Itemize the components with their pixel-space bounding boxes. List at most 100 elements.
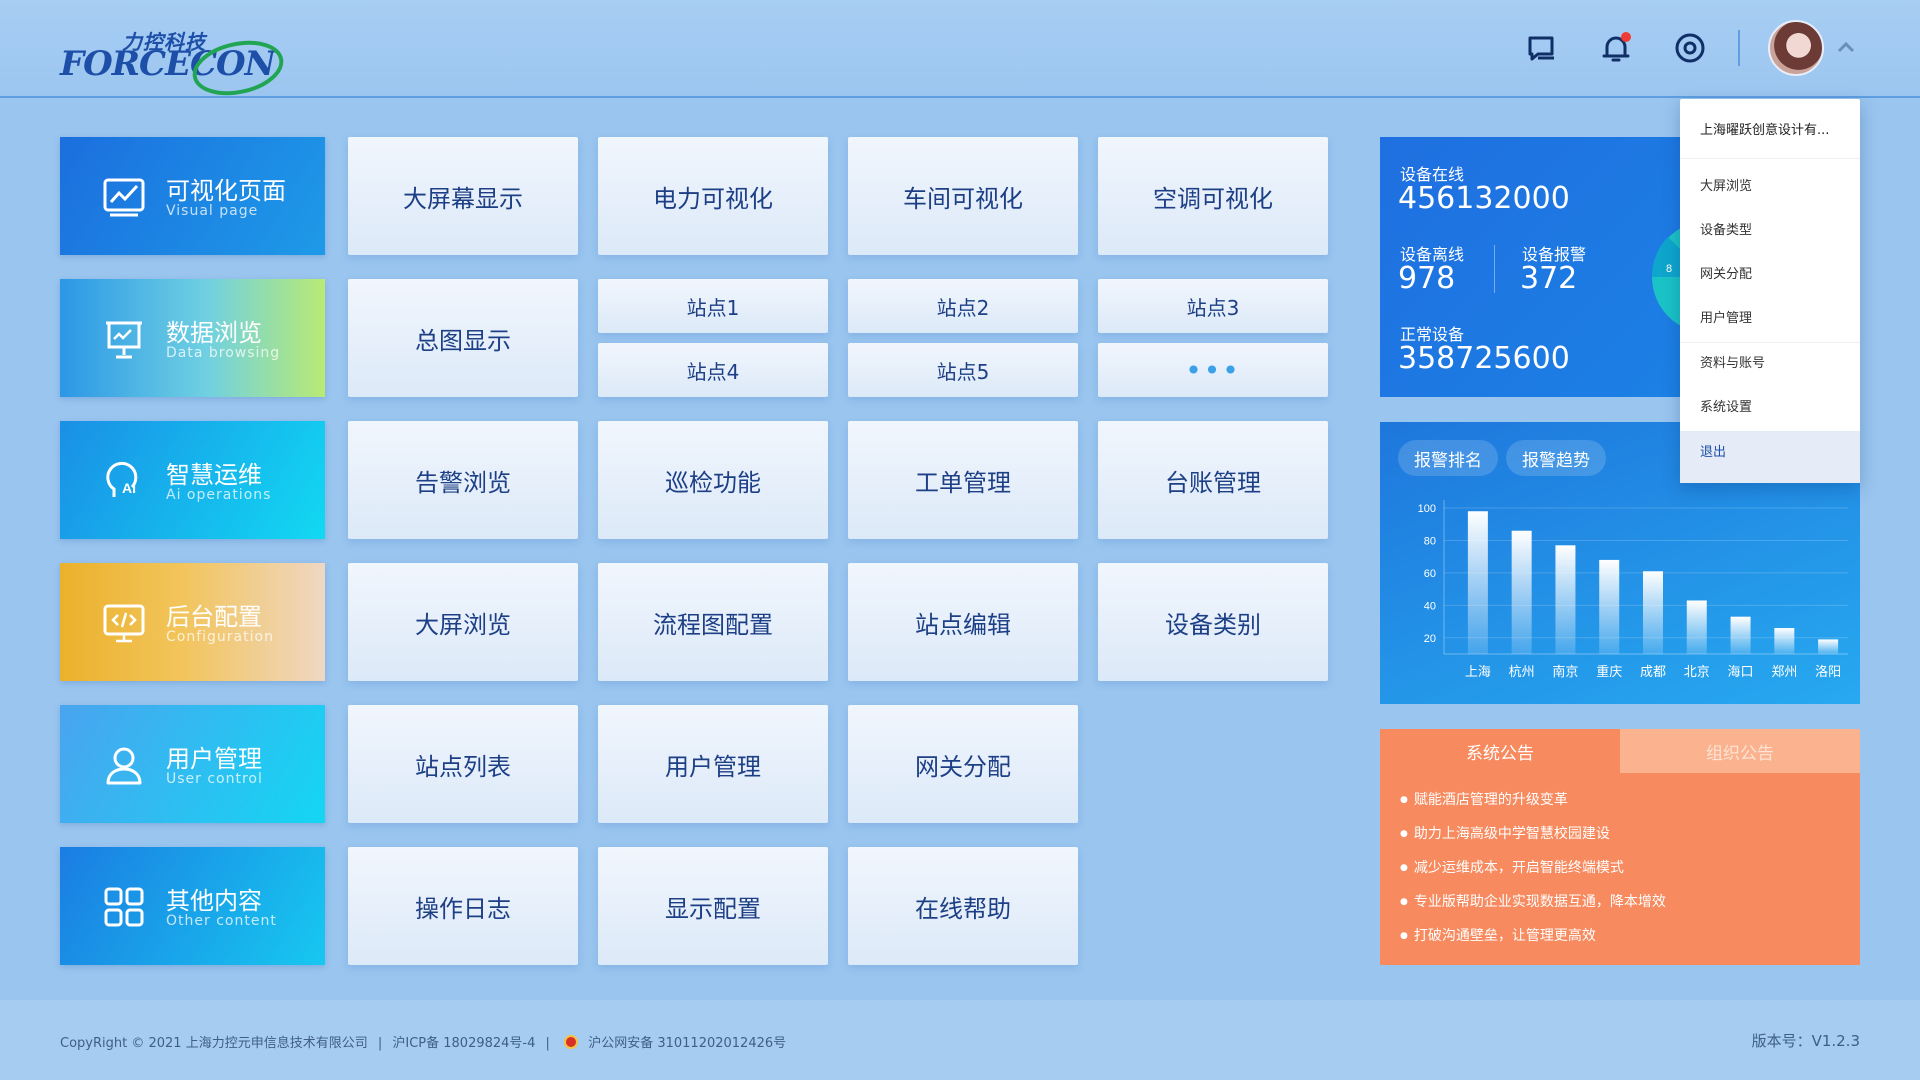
chevron-up-icon[interactable]: [1836, 40, 1856, 54]
grid-icon: [104, 887, 144, 927]
svg-text:AI: AI: [122, 480, 136, 496]
tile-station-list[interactable]: 站点列表: [348, 705, 578, 823]
tile-station-edit[interactable]: 站点编辑: [848, 563, 1078, 681]
police-record-link[interactable]: 沪公网安备 31011202012426号: [588, 1036, 786, 1051]
menu-item-device-type[interactable]: 设备类型: [1680, 211, 1860, 251]
y-tick-label: 100: [1418, 503, 1436, 515]
tile-large-screen-display[interactable]: 大屏幕显示: [348, 137, 578, 255]
y-tick-label: 80: [1424, 535, 1436, 547]
y-tick-label: 60: [1424, 568, 1436, 580]
tile-work-order[interactable]: 工单管理: [848, 421, 1078, 539]
y-tick-label: 40: [1424, 600, 1436, 612]
tile-inspection[interactable]: 巡检功能: [598, 421, 828, 539]
tile-alarm-browse[interactable]: 告警浏览: [348, 421, 578, 539]
x-tick-label: 杭州: [1509, 664, 1535, 679]
bar-郑州: [1774, 628, 1795, 654]
tile-more-stations[interactable]: •••: [1098, 343, 1328, 397]
tile-screen-browse[interactable]: 大屏浏览: [348, 563, 578, 681]
notice-item[interactable]: 专业版帮助企业实现数据互通，降本增效: [1400, 885, 1666, 919]
settings-icon[interactable]: [1672, 30, 1708, 66]
category-subtitle: Data browsing: [166, 345, 281, 361]
ai-head-icon: AI: [106, 461, 138, 497]
tile-station-3[interactable]: 站点3: [1098, 279, 1328, 333]
category-title: 可视化页面: [166, 177, 286, 205]
alarm-value: 372: [1520, 261, 1578, 296]
offline-value: 978: [1398, 261, 1456, 296]
tile-flowchart-config[interactable]: 流程图配置: [598, 563, 828, 681]
code-screen-icon: [103, 604, 145, 643]
notice-item[interactable]: 减少运维成本，开启智能终端模式: [1400, 851, 1666, 885]
message-icon[interactable]: [1524, 30, 1560, 66]
pie-label: 8: [1666, 263, 1672, 275]
notice-item[interactable]: 赋能酒店管理的升级变革: [1400, 783, 1666, 817]
category-ai-operations[interactable]: AI 智慧运维 Ai operations: [60, 421, 325, 539]
tile-user-management[interactable]: 用户管理: [598, 705, 828, 823]
category-title: 智慧运维: [166, 461, 262, 489]
icp-link[interactable]: 沪ICP备 18029824号-4: [392, 1036, 535, 1051]
footer-separator: |: [377, 1036, 383, 1051]
y-tick-label: 20: [1424, 633, 1436, 645]
footer-legal: CopyRight © 2021 上海力控元申信息技术有限公司 | 沪ICP备 …: [60, 1032, 792, 1051]
x-tick-label: 重庆: [1596, 664, 1622, 679]
menu-item-screen-browse[interactable]: 大屏浏览: [1680, 167, 1860, 207]
menu-item-logout[interactable]: 退出: [1680, 431, 1860, 483]
menu-item-system-settings[interactable]: 系统设置: [1680, 388, 1860, 428]
x-tick-label: 成都: [1640, 664, 1666, 679]
category-visual-page[interactable]: 可视化页面 Visual page: [60, 137, 325, 255]
footer-separator: |: [545, 1036, 550, 1051]
category-other-content[interactable]: 其他内容 Other content: [60, 847, 325, 965]
bar-成都: [1643, 571, 1663, 654]
tile-online-help[interactable]: 在线帮助: [848, 847, 1078, 965]
menu-item-gateway-assign[interactable]: 网关分配: [1680, 255, 1860, 295]
notice-item[interactable]: 助力上海高级中学智慧校园建设: [1400, 817, 1666, 851]
bar-海口: [1730, 616, 1751, 654]
tile-ledger[interactable]: 台账管理: [1098, 421, 1328, 539]
announcement-panel: 系统公告 组织公告 赋能酒店管理的升级变革 助力上海高级中学智慧校园建设 减少运…: [1380, 729, 1860, 965]
x-tick-label: 洛阳: [1815, 664, 1841, 679]
tile-operation-log[interactable]: 操作日志: [348, 847, 578, 965]
category-subtitle: Other content: [166, 913, 277, 929]
category-user-control[interactable]: 用户管理 User control: [60, 705, 325, 823]
x-tick-label: 海口: [1728, 664, 1754, 679]
bar-重庆: [1599, 559, 1620, 654]
tab-org-notice[interactable]: 组织公告: [1620, 729, 1860, 773]
tile-display-config[interactable]: 显示配置: [598, 847, 828, 965]
tile-station-4[interactable]: 站点4: [598, 343, 828, 397]
x-tick-label: 北京: [1684, 664, 1710, 679]
category-subtitle: Visual page: [166, 203, 259, 219]
stats-divider: [1494, 245, 1495, 293]
bell-icon[interactable]: [1598, 30, 1634, 66]
tile-station-5[interactable]: 站点5: [848, 343, 1078, 397]
category-subtitle: User control: [166, 771, 263, 787]
user-avatar[interactable]: [1768, 20, 1824, 76]
tile-workshop-visualization[interactable]: 车间可视化: [848, 137, 1078, 255]
forcecon-logo[interactable]: 力控科技 FORCECON: [60, 26, 286, 96]
version-text: 版本号：V1.2.3: [1751, 1032, 1860, 1050]
tab-system-notice[interactable]: 系统公告: [1380, 729, 1620, 773]
bar-上海: [1467, 511, 1488, 654]
copyright-text: CopyRight © 2021 上海力控元申信息技术有限公司: [60, 1036, 368, 1051]
x-tick-label: 南京: [1552, 664, 1578, 679]
tile-power-visualization[interactable]: 电力可视化: [598, 137, 828, 255]
tile-gateway-assign[interactable]: 网关分配: [848, 705, 1078, 823]
category-title: 数据浏览: [166, 319, 262, 347]
menu-item-profile-account[interactable]: 资料与账号: [1680, 344, 1860, 384]
tile-station-1[interactable]: 站点1: [598, 279, 828, 333]
category-data-browsing[interactable]: 数据浏览 Data browsing: [60, 279, 325, 397]
menu-item-user-management[interactable]: 用户管理: [1680, 299, 1860, 339]
category-subtitle: Configuration: [166, 629, 274, 645]
user-dropdown-menu: 上海曜跃创意设计有... 大屏浏览 设备类型 网关分配 用户管理 资料与账号 系…: [1680, 99, 1860, 483]
x-tick-label: 上海: [1465, 664, 1491, 679]
category-configuration[interactable]: 后台配置 Configuration: [60, 563, 325, 681]
chart-screen-icon: [103, 178, 145, 217]
more-dots-icon: •••: [1185, 353, 1241, 387]
tile-station-2[interactable]: 站点2: [848, 279, 1078, 333]
presentation-board-icon: [106, 321, 142, 359]
tile-device-category[interactable]: 设备类别: [1098, 563, 1328, 681]
normal-value: 358725600: [1398, 341, 1570, 376]
bar-杭州: [1511, 530, 1532, 654]
top-header: 力控科技 FORCECON: [0, 0, 1920, 98]
notice-item[interactable]: 打破沟通壁垒，让管理更高效: [1400, 919, 1666, 953]
tile-overview-display[interactable]: 总图显示: [348, 279, 578, 397]
tile-aircon-visualization[interactable]: 空调可视化: [1098, 137, 1328, 255]
